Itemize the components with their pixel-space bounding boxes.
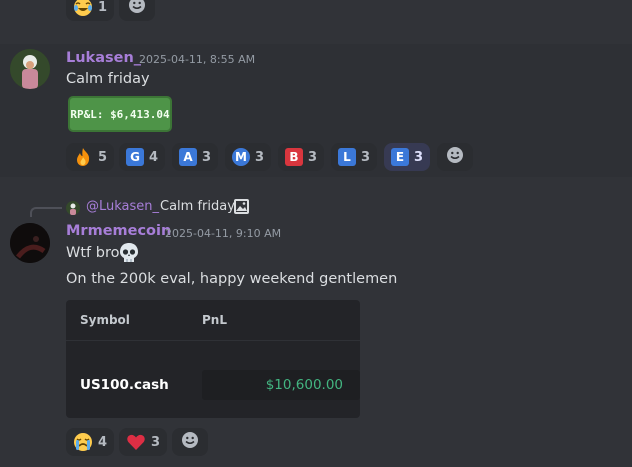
- red-heart-emoji-icon: [126, 432, 146, 452]
- reaction-fire[interactable]: 5: [66, 143, 115, 171]
- reaction-count: 4: [98, 434, 108, 450]
- reaction-letter-e[interactable]: E3: [384, 143, 431, 171]
- add-reaction-smile-icon: [128, 0, 146, 18]
- avatar-lukasen[interactable]: [10, 49, 50, 89]
- table-divider: [66, 340, 360, 341]
- add-reaction-smile-icon: [181, 431, 199, 453]
- reaction-count: 3: [361, 149, 371, 165]
- message-text-line2: On the 200k eval, happy weekend gentleme…: [66, 271, 398, 287]
- reaction-letter-g[interactable]: G4: [119, 143, 166, 171]
- reaction-count: 3: [151, 434, 161, 450]
- table-cell-symbol: US100.cash: [80, 377, 169, 393]
- letter-a-emoji-icon: A: [179, 148, 197, 166]
- message-timestamp: 2025-04-11, 8:55 AM: [139, 53, 256, 66]
- reaction-count: 3: [202, 149, 212, 165]
- reaction-laughing[interactable]: 1: [66, 0, 115, 21]
- reply-connector: [30, 207, 62, 217]
- pnl-badge-image[interactable]: RP&L: $6,413.04: [68, 96, 172, 132]
- reply-preview-text[interactable]: Calm friday: [160, 199, 235, 214]
- reaction-count: 3: [414, 149, 424, 165]
- add-reaction-smile-icon: [446, 146, 464, 168]
- add-reaction-button[interactable]: [437, 143, 473, 171]
- add-reaction-button[interactable]: [119, 0, 155, 21]
- letter-m-emoji-icon: M: [232, 148, 250, 166]
- reaction-count: 3: [255, 149, 265, 165]
- avatar-mrmemecoin[interactable]: [10, 223, 50, 263]
- reaction-letter-b[interactable]: B3: [278, 143, 325, 171]
- table-header-pnl: PnL: [202, 313, 227, 327]
- reaction-count: 3: [308, 149, 318, 165]
- letter-b-emoji-icon: B: [285, 148, 303, 166]
- reply-mention[interactable]: @Lukasen_: [86, 199, 159, 214]
- table-header-symbol: Symbol: [80, 313, 130, 327]
- message-text-line1: Wtf bro: [66, 245, 120, 261]
- reply-avatar-icon: [66, 200, 80, 215]
- skull-emoji-icon: [118, 242, 140, 264]
- reaction-letter-l[interactable]: L3: [331, 143, 378, 171]
- image-icon: [233, 198, 250, 215]
- reaction-count: 1: [98, 0, 108, 15]
- add-reaction-button[interactable]: [172, 428, 208, 456]
- reaction-heart[interactable]: 3: [119, 428, 168, 456]
- message-timestamp: 2025-04-11, 9:10 AM: [165, 227, 282, 240]
- letter-e-emoji-icon: E: [391, 148, 409, 166]
- username-lukasen[interactable]: Lukasen_: [66, 50, 141, 66]
- laughing-crying-emoji-icon: [73, 0, 93, 17]
- reaction-crying[interactable]: 4: [66, 428, 115, 456]
- crying-emoji-icon: [73, 432, 93, 452]
- reaction-count: 5: [98, 149, 108, 165]
- reaction-count: 4: [149, 149, 159, 165]
- pnl-table-image[interactable]: Symbol PnL US100.cash $10,600.00: [66, 300, 360, 418]
- table-cell-pnl: $10,600.00: [265, 377, 343, 393]
- reaction-letter-m[interactable]: M3: [225, 143, 272, 171]
- username-mrmemecoin[interactable]: Mrmemecoin: [66, 223, 171, 239]
- fire-emoji-icon: [73, 147, 93, 167]
- letter-g-emoji-icon: G: [126, 148, 144, 166]
- message-text: Calm friday: [66, 71, 150, 87]
- letter-l-emoji-icon: L: [338, 148, 356, 166]
- reaction-letter-a[interactable]: A3: [172, 143, 219, 171]
